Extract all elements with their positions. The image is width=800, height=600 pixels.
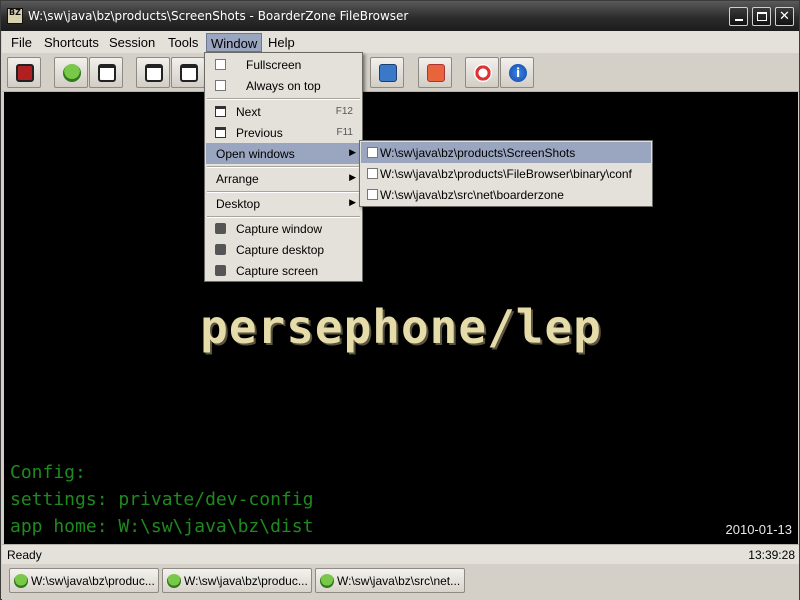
checkbox-icon (367, 189, 378, 200)
settings-line: settings: private/dev-config (10, 489, 314, 510)
submenu-arrow-icon: ▶ (349, 172, 356, 182)
info-icon (379, 64, 397, 82)
date-label: 2010-01-13 (725, 522, 793, 537)
menu-item-label: Open windows (216, 147, 295, 161)
menu-item-previous[interactable]: Previous F11 (206, 122, 361, 143)
menu-bar: File Shortcuts Session Tools Window Help (2, 31, 799, 53)
menu-item-desktop[interactable]: Desktop ▶ (206, 193, 361, 214)
minimize-icon (735, 19, 743, 21)
config-label: Config: (10, 462, 86, 483)
toolbar: i (2, 53, 799, 92)
task-button[interactable]: W:\sw\java\bz\src\net... (315, 568, 465, 593)
menu-item-capture-desktop[interactable]: Capture desktop (206, 239, 361, 260)
menu-item-label: Next (236, 105, 261, 119)
menu-shortcuts[interactable]: Shortcuts (40, 33, 103, 52)
about-button[interactable]: i (500, 57, 534, 88)
window-taskbar: W:\sw\java\bz\produc... W:\sw\java\bz\pr… (2, 564, 799, 600)
shortcut-label: F11 (336, 127, 354, 138)
menu-session[interactable]: Session (105, 33, 159, 52)
menu-item-label: Fullscreen (246, 58, 302, 72)
menu-item-label: Arrange (216, 172, 259, 186)
window-icon (180, 64, 198, 82)
menu-item-next[interactable]: Next F12 (206, 101, 361, 122)
maximize-icon (757, 12, 767, 21)
shortcut-label: F12 (335, 106, 353, 117)
app-icon[interactable]: BZ (7, 8, 23, 24)
open-window-item[interactable]: W:\sw\java\bz\products\ScreenShots (361, 142, 651, 163)
task-button[interactable]: W:\sw\java\bz\produc... (9, 568, 159, 593)
about-icon: i (509, 64, 527, 82)
menu-item-fullscreen[interactable]: Fullscreen (206, 54, 361, 75)
exit-button[interactable] (7, 57, 41, 88)
task-label: W:\sw\java\bz\produc... (184, 574, 308, 588)
close-icon: ✕ (779, 9, 790, 24)
window-icon (145, 64, 163, 82)
window-icon (215, 127, 226, 138)
status-bar: Ready 13:39:28 (2, 544, 799, 564)
menu-file[interactable]: File (7, 33, 36, 52)
submenu-arrow-icon: ▶ (349, 147, 356, 157)
window-icon (215, 106, 226, 117)
tree-icon (320, 574, 334, 588)
maximize-button[interactable] (752, 7, 771, 26)
window-button-2[interactable] (136, 57, 170, 88)
menu-item-label: Always on top (246, 79, 321, 93)
menu-item-label: Previous (236, 126, 283, 140)
menu-item-label: W:\sw\java\bz\products\ScreenShots (380, 146, 576, 160)
power-button[interactable] (418, 57, 452, 88)
menu-help[interactable]: Help (264, 33, 299, 52)
window-title: W:\sw\java\bz\products\ScreenShots - Boa… (28, 9, 409, 23)
camera-icon (215, 223, 226, 234)
menu-item-label: W:\sw\java\bz\src\net\boarderzone (380, 188, 564, 202)
task-label: W:\sw\java\bz\src\net... (337, 574, 461, 588)
lifebuoy-icon (474, 64, 492, 82)
app-window: BZ W:\sw\java\bz\products\ScreenShots - … (0, 0, 800, 600)
menu-item-capture-screen[interactable]: Capture screen (206, 260, 361, 281)
menu-window[interactable]: Window (206, 33, 263, 52)
tree-button[interactable] (54, 57, 88, 88)
close-button[interactable]: ✕ (775, 7, 794, 26)
window-menu: Fullscreen Always on top Next F12 Previo… (204, 52, 363, 282)
checkbox-icon (215, 59, 226, 70)
task-label: W:\sw\java\bz\produc... (31, 574, 155, 588)
checkbox-icon (367, 147, 378, 158)
app-home-line: app home: W:\sw\java\bz\dist (10, 516, 314, 537)
menu-item-label: Capture desktop (236, 243, 325, 257)
power-icon (427, 64, 445, 82)
checkbox-icon (367, 168, 378, 179)
help-button[interactable] (465, 57, 499, 88)
submenu-arrow-icon: ▶ (349, 197, 356, 207)
menu-item-label: Capture screen (236, 264, 319, 278)
tree-icon (167, 574, 181, 588)
menu-item-arrange[interactable]: Arrange ▶ (206, 168, 361, 189)
new-window-button[interactable] (89, 57, 123, 88)
task-button[interactable]: W:\sw\java\bz\produc... (162, 568, 312, 593)
camera-icon (215, 244, 226, 255)
minimize-button[interactable] (729, 7, 748, 26)
menu-item-label: Desktop (216, 197, 261, 211)
menu-item-label: W:\sw\java\bz\products\FileBrowser\binar… (380, 167, 632, 181)
tree-icon (14, 574, 28, 588)
title-bar[interactable]: BZ W:\sw\java\bz\products\ScreenShots - … (1, 1, 799, 31)
window-icon (98, 64, 116, 82)
exit-icon (16, 64, 34, 82)
menu-item-capture-window[interactable]: Capture window (206, 218, 361, 239)
info-window-button[interactable] (370, 57, 404, 88)
tree-icon (63, 64, 81, 82)
menu-item-label: Capture window (236, 222, 323, 236)
checkbox-icon (215, 80, 226, 91)
window-button-3[interactable] (171, 57, 205, 88)
hostname-label: persephone/lep (200, 300, 602, 354)
open-windows-submenu: W:\sw\java\bz\products\ScreenShots W:\sw… (359, 140, 653, 207)
menu-separator (207, 98, 360, 100)
menu-item-open-windows[interactable]: Open windows ▶ (206, 143, 361, 164)
camera-icon (215, 265, 226, 276)
menu-tools[interactable]: Tools (164, 33, 202, 52)
status-time: 13:39:28 (748, 548, 795, 562)
menu-item-always-on-top[interactable]: Always on top (206, 75, 361, 96)
status-text: Ready (7, 548, 42, 562)
open-window-item[interactable]: W:\sw\java\bz\src\net\boarderzone (361, 184, 651, 205)
open-window-item[interactable]: W:\sw\java\bz\products\FileBrowser\binar… (361, 163, 651, 184)
